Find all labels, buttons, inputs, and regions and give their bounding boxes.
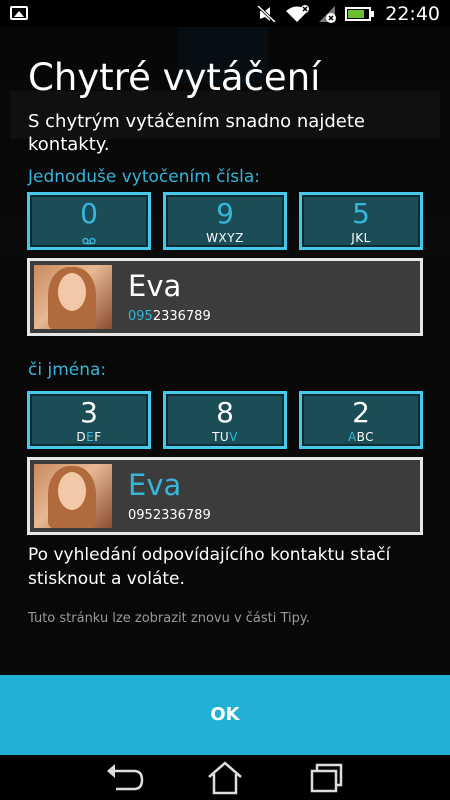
ok-button[interactable]: OK (0, 675, 450, 755)
key-digit: 2 (352, 396, 370, 429)
key-letters: JKL (351, 231, 371, 245)
status-time: 22:40 (385, 3, 440, 25)
voicemail-icon (82, 234, 96, 245)
key-digit: 5 (352, 197, 370, 230)
key-8: 8 TUV (163, 391, 287, 449)
navigation-bar (0, 755, 450, 800)
key-digit: 0 (80, 197, 98, 230)
key-5: 5 JKL (299, 192, 423, 250)
mute-icon (257, 4, 277, 24)
recent-apps-button[interactable] (296, 759, 356, 797)
key-digit: 3 (80, 396, 98, 429)
key-3: 3 DEF (27, 391, 151, 449)
contact-card-name-match: Eva 0952336789 (27, 457, 423, 535)
contact-name: Eva (128, 468, 182, 502)
key-letters: TUV (212, 430, 238, 444)
key-letters: DEF (76, 430, 102, 444)
section-label-names: či jména: (28, 360, 107, 380)
matched-digits: 095 (128, 309, 153, 324)
key-2: 2 ABC (299, 391, 423, 449)
name-keys: 3 DEF 8 TUV 2 ABC (27, 391, 423, 449)
status-bar: 22:40 (0, 0, 450, 27)
signal-icon (317, 5, 337, 23)
contact-name: Eva (128, 269, 182, 303)
key-letters: WXYZ (206, 231, 244, 245)
key-letters: ABC (347, 430, 375, 444)
status-icons: 22:40 (257, 2, 440, 26)
home-icon (208, 761, 242, 795)
tutorial-title: Chytré vytáčení (28, 56, 321, 99)
home-button[interactable] (195, 759, 255, 797)
contact-number: 0952336789 (128, 309, 211, 324)
remaining-digits: 2336789 (152, 309, 211, 324)
tutorial-tip: Tuto stránku lze zobrazit znovu v části … (28, 611, 310, 626)
gallery-icon (10, 6, 28, 20)
avatar (34, 265, 112, 329)
avatar (34, 464, 112, 528)
number-keys: 0 9 WXYZ 5 JKL (27, 192, 423, 250)
section-label-numbers: Jednoduše vytočením čísla: (28, 167, 260, 187)
tutorial-subtitle: S chytrým vytáčením snadno najdete konta… (28, 111, 365, 155)
contact-number: 0952336789 (128, 508, 211, 523)
battery-icon (345, 7, 375, 21)
tutorial-body: Po vyhledání odpovídajícího kontaktu sta… (28, 545, 391, 589)
key-digit: 8 (216, 396, 234, 429)
key-digit: 9 (216, 197, 234, 230)
recent-apps-icon (310, 763, 343, 793)
wifi-icon (285, 5, 310, 23)
contact-card-number-match: Eva 0952336789 (27, 258, 423, 336)
back-button[interactable] (94, 759, 154, 797)
back-icon (107, 764, 144, 791)
key-0: 0 (27, 192, 151, 250)
key-9: 9 WXYZ (163, 192, 287, 250)
